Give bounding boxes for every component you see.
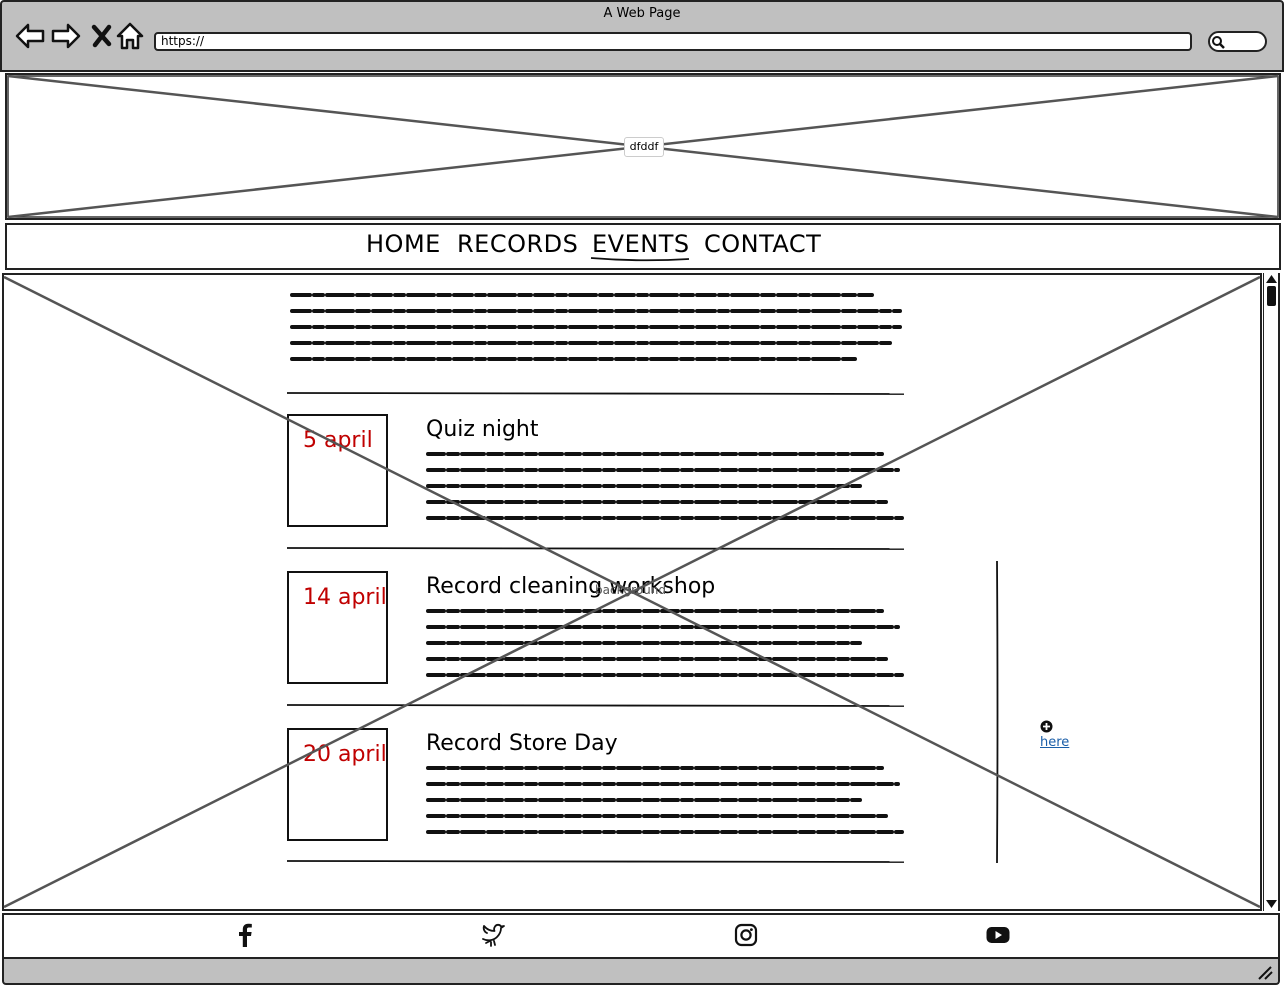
plus-circle-icon[interactable] [1040,720,1053,733]
divider [287,704,904,707]
twitter-icon[interactable] [480,922,506,948]
scroll-down-arrow-icon[interactable] [1266,900,1277,908]
event-date: 20 april [303,742,387,767]
window-title: A Web Page [603,6,681,21]
url-input[interactable]: https:// [154,32,1192,51]
divider [287,860,904,863]
home-icon[interactable] [114,20,146,52]
nav-events[interactable]: EVENTS [592,230,690,258]
event-description [426,609,904,677]
back-icon[interactable] [14,20,46,52]
social-footer [2,913,1280,959]
event-title: Quiz night [426,417,539,442]
scrollbar-thumb[interactable] [1267,286,1276,306]
event-title: Record Store Day [426,731,618,756]
youtube-icon[interactable] [985,922,1011,948]
event-date: 14 april [303,585,387,610]
divider [287,547,904,550]
forward-icon[interactable] [50,20,82,52]
sidebar-divider [996,561,999,863]
nav-contact[interactable]: CONTACT [704,230,821,258]
nav-active-underline [590,257,690,262]
scroll-up-arrow-icon[interactable] [1266,275,1277,283]
intro-placeholder-text [290,293,902,361]
event-description [426,766,904,834]
nav-home[interactable]: HOME [366,230,441,258]
search-icon[interactable] [1211,35,1225,49]
event-title: Record cleaning workshop [426,574,716,599]
facebook-icon[interactable] [232,922,258,948]
divider [287,392,904,395]
resize-grip-icon[interactable] [1256,964,1274,980]
vertical-scrollbar[interactable] [1263,273,1280,911]
instagram-icon[interactable] [733,922,759,948]
background-label: background [595,583,666,597]
nav-records[interactable]: RECORDS [457,230,578,258]
browser-status-bar [2,959,1280,985]
event-description [426,452,904,520]
here-link[interactable]: here [1040,735,1069,750]
event-date: 5 april [303,428,373,453]
header-image-label: dfddf [624,137,664,157]
